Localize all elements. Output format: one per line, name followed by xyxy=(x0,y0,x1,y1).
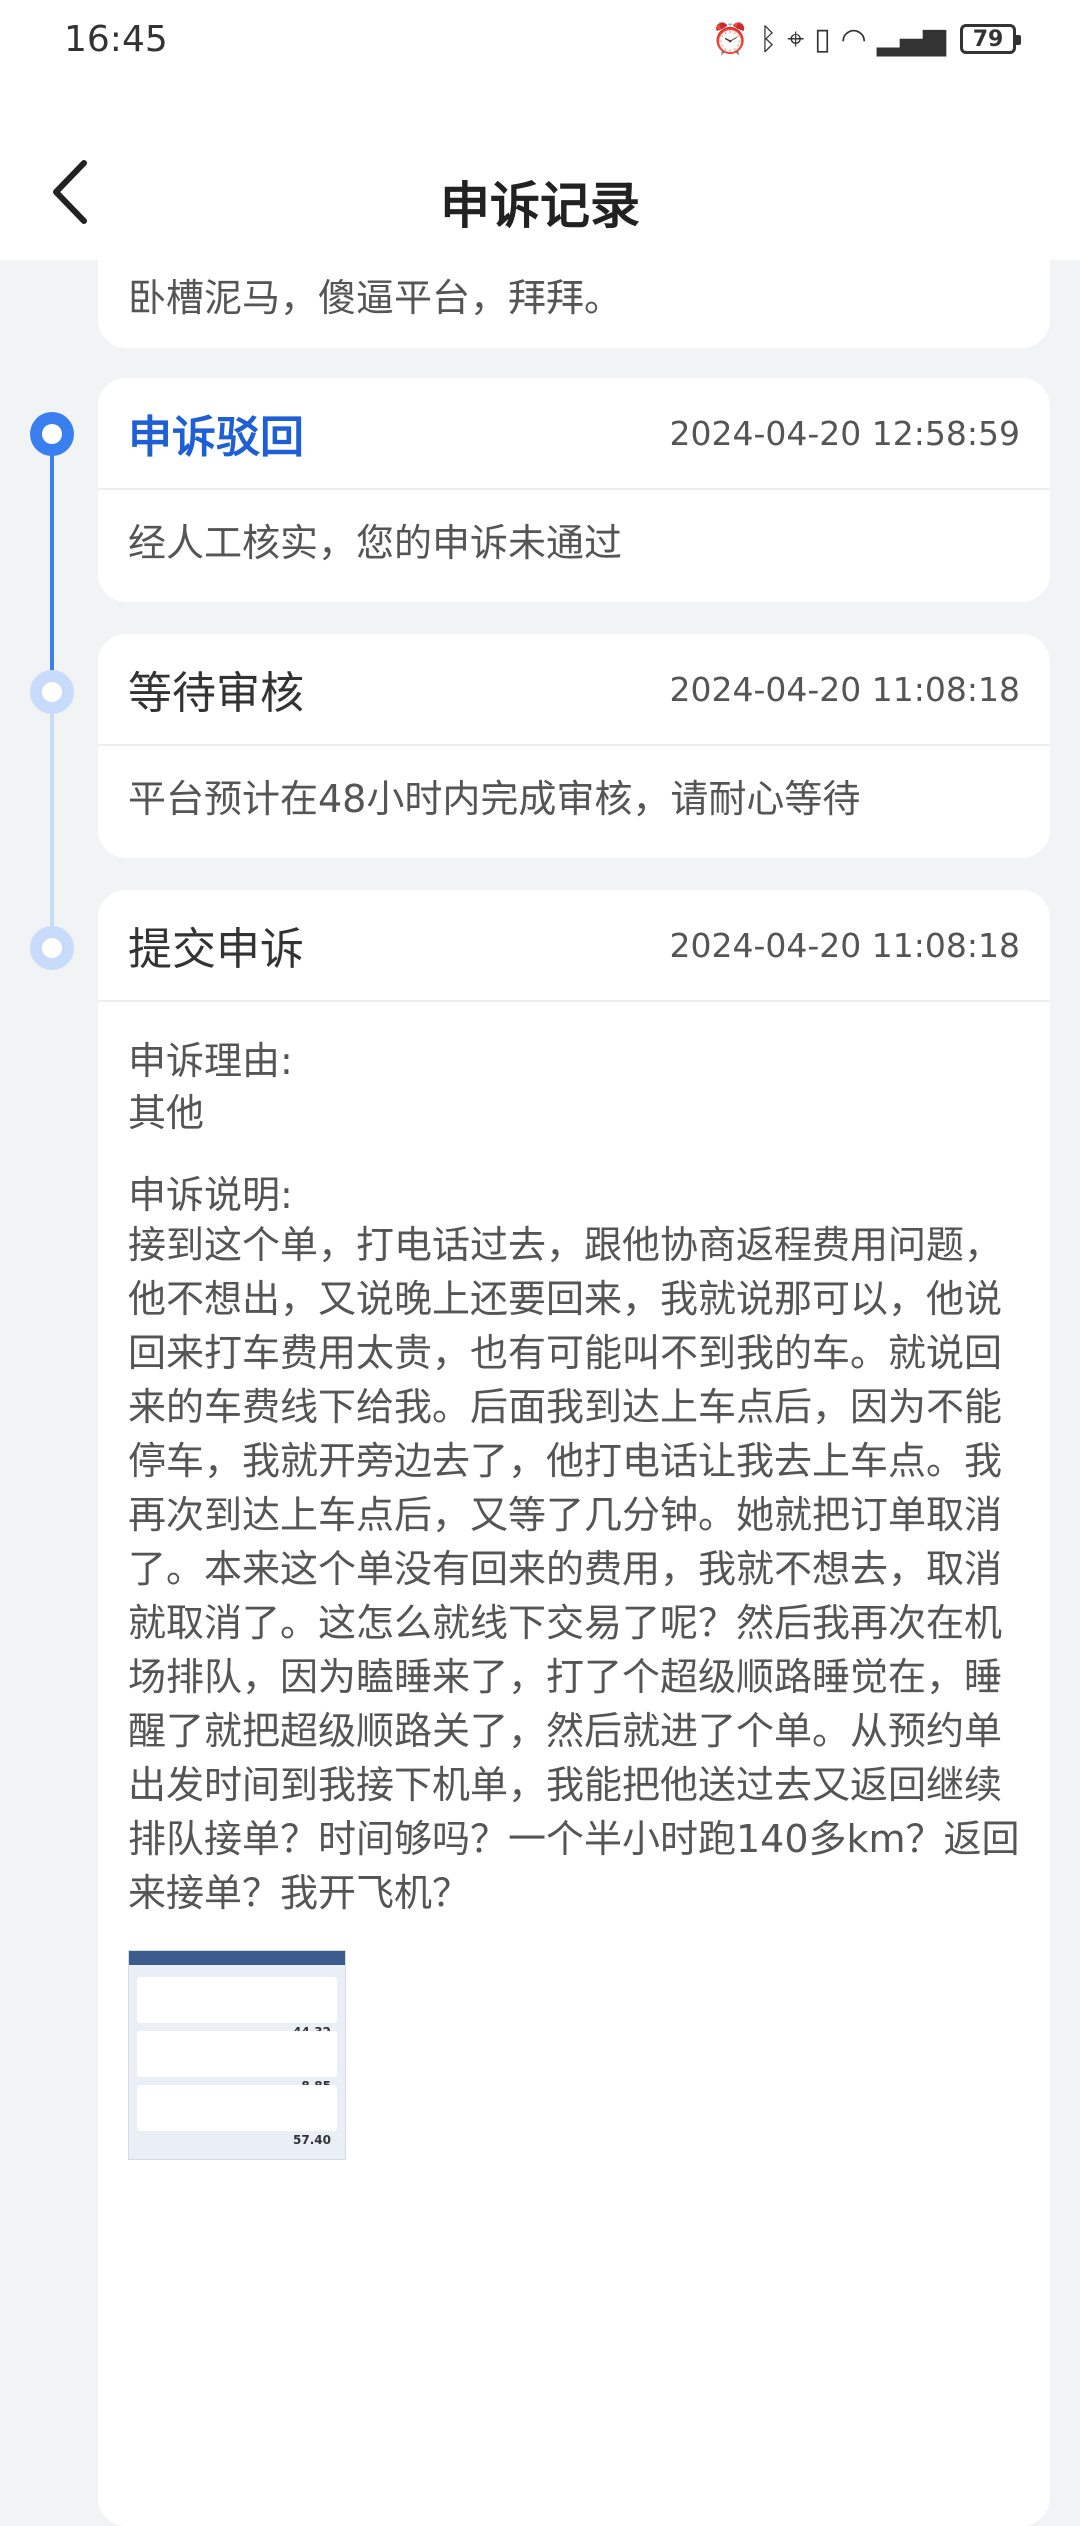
status-icons: ⏰ ᛒ ⌖ ▯ ◠ ▂▄▆ 79 xyxy=(711,21,1021,57)
thumb-header-bar xyxy=(129,1951,345,1965)
thumb-row: 8.85 xyxy=(137,2031,337,2093)
image-thumbnail-icon[interactable]: 44.32 8.85 57.40 xyxy=(128,1950,346,2160)
previous-record-fragment: 卧槽泥马，傻逼平台，拜拜。 xyxy=(98,240,1050,348)
previous-record-text: 卧槽泥马，傻逼平台，拜拜。 xyxy=(128,275,623,320)
timeline-line-active xyxy=(50,434,54,692)
header: 申诉记录 xyxy=(0,78,1080,260)
record-body: 平台预计在48小时内完成审核，请耐心等待 xyxy=(128,777,861,821)
location-icon: ⌖ xyxy=(787,21,805,57)
record-title: 申诉驳回 xyxy=(128,412,304,463)
status-time: 16:45 xyxy=(64,18,168,60)
thumb-amount: 57.40 xyxy=(293,2133,331,2147)
record-title: 提交申诉 xyxy=(128,924,304,975)
timeline-dot xyxy=(30,670,74,714)
record-card: 提交申诉 2024-04-20 11:08:18 申诉理由: 其他 申诉说明: … xyxy=(98,890,1050,2526)
battery-indicator: 79 xyxy=(960,24,1021,54)
description-label: 申诉说明: xyxy=(128,1173,293,1217)
record-card: 等待审核 2024-04-20 11:08:18 平台预计在48小时内完成审核，… xyxy=(98,634,1050,858)
signal-4g-icon: ▂▄▆ xyxy=(876,21,946,57)
record-title: 等待审核 xyxy=(128,668,304,719)
record-header: 申诉驳回 2024-04-20 12:58:59 xyxy=(98,378,1050,490)
record-time: 2024-04-20 11:08:18 xyxy=(669,925,1020,965)
thumb-row: 57.40 xyxy=(137,2085,337,2147)
status-bar: 16:45 ⏰ ᛒ ⌖ ▯ ◠ ▂▄▆ 79 xyxy=(0,0,1080,78)
description-text: 接到这个单，打电话过去，跟他协商返程费用问题，他不想出，又说晚上还要回来，我就说… xyxy=(128,1223,1020,1915)
timeline-dot xyxy=(30,926,74,970)
record-header: 提交申诉 2024-04-20 11:08:18 xyxy=(98,890,1050,1002)
reason-label: 申诉理由: xyxy=(128,1039,293,1083)
bluetooth-icon: ᛒ xyxy=(759,21,778,57)
record-header: 等待审核 2024-04-20 11:08:18 xyxy=(98,634,1050,746)
wifi-icon: ◠ xyxy=(840,21,867,57)
reason-value: 其他 xyxy=(128,1091,205,1135)
timeline-dot-active xyxy=(30,412,74,456)
record-body: 申诉理由: 其他 申诉说明: 接到这个单，打电话过去，跟他协商返程费用问题，他不… xyxy=(98,1002,1050,2186)
record-time: 2024-04-20 12:58:59 xyxy=(669,413,1020,453)
record-time: 2024-04-20 11:08:18 xyxy=(669,669,1020,709)
timeline-line-inactive xyxy=(50,692,54,948)
alarm-icon: ⏰ xyxy=(711,21,750,57)
vibrate-icon: ▯ xyxy=(814,21,831,57)
page-title: 申诉记录 xyxy=(440,177,640,235)
record-body: 经人工核实，您的申诉未通过 xyxy=(128,521,623,565)
appeal-records-list: 卧槽泥马，傻逼平台，拜拜。 申诉驳回 2024-04-20 12:58:59 经… xyxy=(0,240,1080,2526)
record-card: 申诉驳回 2024-04-20 12:58:59 经人工核实，您的申诉未通过 xyxy=(98,378,1050,602)
thumb-row: 44.32 xyxy=(137,1977,337,2039)
